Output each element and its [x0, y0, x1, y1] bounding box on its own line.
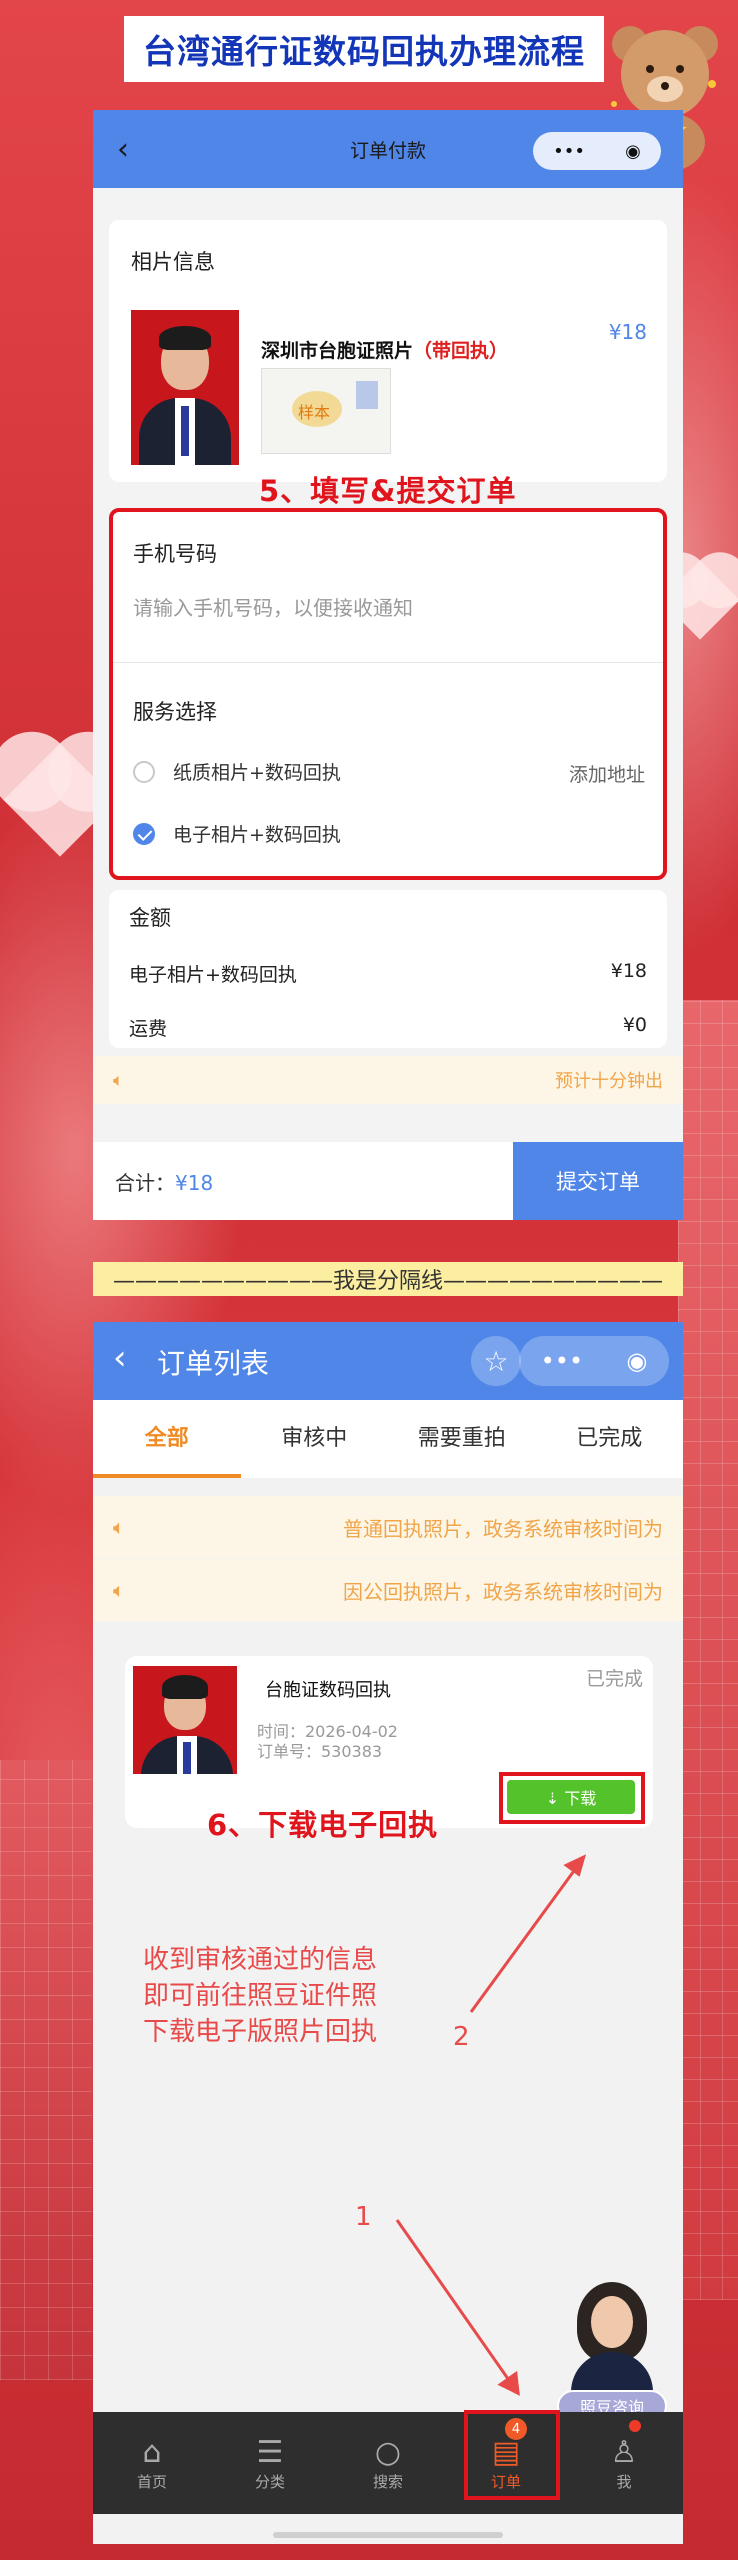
- amount-item-row: 电子相片+数码回执 ¥18: [129, 960, 647, 986]
- product-price: ¥18: [608, 320, 647, 344]
- speaker-icon: 🔈︎: [113, 1069, 124, 1091]
- notification-dot: [629, 2420, 641, 2432]
- eta-notice-bar: 🔈︎ 预计十分钟出: [93, 1056, 683, 1104]
- home-icon: ⌂: [142, 2434, 162, 2470]
- radio-checked[interactable]: [133, 822, 155, 845]
- divider: [113, 662, 663, 663]
- product-name: 深圳市台胞证照片（带回执）: [261, 340, 509, 362]
- nav-bar: ‹ 订单付款 ••• ◉: [93, 110, 683, 188]
- total-value: ¥18: [175, 1170, 214, 1195]
- receipt-stamp-text: 样本: [298, 403, 331, 422]
- submit-order-button[interactable]: 提交订单: [513, 1142, 683, 1220]
- checkout-bar: 合计：¥18 提交订单: [93, 1142, 683, 1220]
- annotation-box: [464, 2410, 560, 2500]
- amount-label: 金额: [129, 906, 171, 930]
- decor-blocks-right: [678, 1000, 738, 2300]
- tabbar-home[interactable]: ⌂ 首页: [93, 2412, 211, 2514]
- total: 合计：¥18: [115, 1170, 214, 1195]
- phone-label: 手机号码: [133, 542, 217, 566]
- category-icon: ☰: [256, 2434, 284, 2470]
- shipping-row: 运费 ¥0: [129, 1014, 647, 1040]
- step5-label: 5、填写&提交订单: [259, 474, 517, 508]
- order-payment-screen: ‹ 订单付款 ••• ◉ 相片信息 深圳市台胞证照片（带回执） 样本 ¥18 5…: [93, 110, 683, 1220]
- banner-title: 台湾通行证数码回执办理流程: [143, 32, 585, 71]
- decor-gift-left: [0, 1760, 92, 2380]
- consult-widget[interactable]: 照豆咨询: [557, 2282, 667, 2432]
- option-paper[interactable]: 纸质相片+数码回执: [133, 758, 341, 785]
- title-banner: 台湾通行证数码回执办理流程: [124, 16, 604, 82]
- home-indicator: [273, 2532, 503, 2538]
- user-icon: ♙: [610, 2434, 638, 2470]
- amount-card: 金额 电子相片+数码回执 ¥18 运费 ¥0: [109, 890, 667, 1048]
- more-icon[interactable]: •••: [553, 141, 585, 162]
- receipt-thumbnail: 样本: [261, 368, 391, 454]
- arrow-number: 2: [453, 2022, 470, 2052]
- bottom-tabbar: ⌂ 首页 ☰ 分类 ○ 搜索 ▤ 订单 4 ♙ 我: [93, 2412, 683, 2514]
- id-photo-thumbnail: [131, 310, 239, 465]
- tabbar-me[interactable]: ♙ 我: [565, 2412, 683, 2514]
- order-list-screen: ‹ 订单列表 ☆ ••• ◉ 全部 审核中 需要重拍 已完成 🔈︎ 普通回执照片…: [93, 1322, 683, 2544]
- order-form-card: 手机号码 服务选择 纸质相片+数码回执 添加地址 电子相片+数码回执: [109, 508, 667, 880]
- search-icon: ○: [374, 2434, 402, 2470]
- phone-input[interactable]: [133, 596, 653, 620]
- tabbar-category[interactable]: ☰ 分类: [211, 2412, 329, 2514]
- separator: ——————————我是分隔线——————————: [93, 1262, 683, 1296]
- tabbar-search[interactable]: ○ 搜索: [329, 2412, 447, 2514]
- mini-program-capsule[interactable]: ••• ◉: [533, 132, 661, 170]
- photo-info-card: 相片信息 深圳市台胞证照片（带回执） 样本 ¥18: [109, 220, 667, 482]
- back-icon[interactable]: ‹: [117, 132, 129, 167]
- eta-notice: 预计十分钟出: [555, 1071, 663, 1092]
- arrow-number: 1: [355, 2202, 372, 2232]
- section-title: 相片信息: [131, 250, 215, 274]
- add-address-link[interactable]: 添加地址: [569, 760, 645, 787]
- service-label: 服务选择: [133, 700, 217, 724]
- radio-unchecked[interactable]: [133, 760, 155, 783]
- close-mini-program-icon[interactable]: ◉: [625, 141, 641, 162]
- option-digital[interactable]: 电子相片+数码回执: [133, 820, 341, 847]
